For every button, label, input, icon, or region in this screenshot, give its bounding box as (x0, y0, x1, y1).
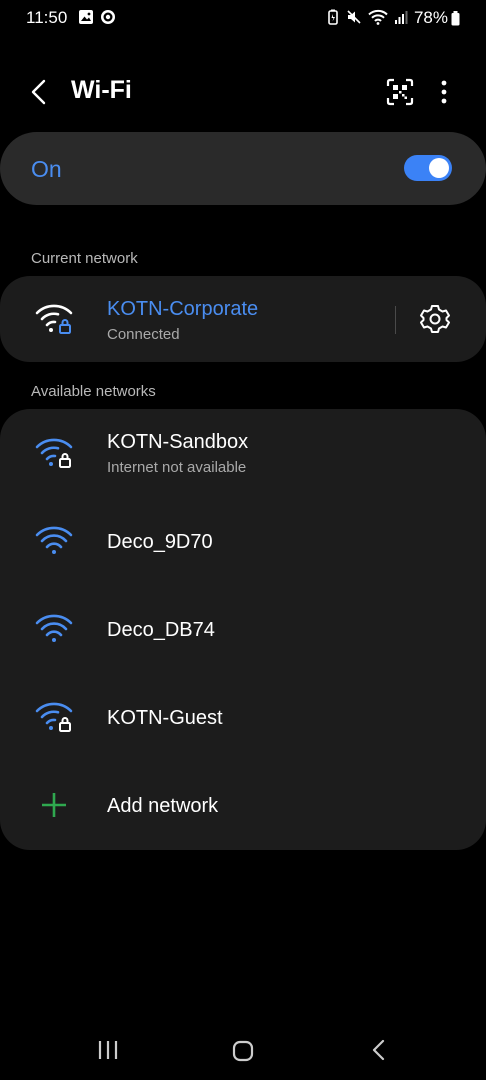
available-networks-card: KOTN-Sandbox Internet not available Deco… (0, 409, 486, 850)
wifi-lock-icon (35, 702, 73, 732)
gear-icon (420, 305, 450, 333)
wifi-lock-icon (35, 438, 73, 468)
wifi-lock-icon (35, 304, 73, 334)
battery-saver-icon (326, 9, 340, 30)
status-time: 11:50 (26, 8, 68, 27)
cell-signal-icon (394, 9, 408, 30)
available-networks-label: Available networks (31, 383, 156, 400)
wifi-toggle-card[interactable]: On (0, 132, 486, 205)
plus-icon (42, 793, 66, 817)
more-options-button[interactable] (430, 76, 458, 108)
wifi-icon (35, 614, 73, 642)
network-row[interactable]: KOTN-Guest (0, 673, 486, 761)
qr-scan-button[interactable] (384, 76, 416, 108)
status-bar: 11:50 78% (0, 0, 486, 36)
battery-icon (451, 10, 460, 26)
current-network-label: Current network (31, 250, 138, 267)
network-name: KOTN-Guest (107, 707, 223, 729)
page-title: Wi-Fi (71, 76, 132, 104)
wifi-toggle-switch[interactable] (404, 155, 452, 181)
app-bar: Wi-Fi (0, 62, 486, 122)
current-network-status: Connected (107, 326, 180, 343)
network-row[interactable]: Deco_9D70 (0, 497, 486, 585)
navigation-bar (0, 1020, 486, 1080)
network-settings-button[interactable] (418, 302, 452, 336)
wifi-signal-icon (368, 9, 388, 30)
home-button[interactable] (230, 1038, 256, 1064)
network-row[interactable]: Deco_DB74 (0, 585, 486, 673)
more-vert-icon (441, 80, 447, 104)
qr-scan-icon (386, 78, 414, 106)
network-status: Internet not available (107, 459, 247, 476)
wifi-icon (35, 526, 73, 554)
recent-apps-icon (98, 1041, 118, 1059)
gallery-icon (78, 9, 94, 30)
divider (395, 306, 396, 334)
current-network-card: KOTN-Corporate Connected (0, 276, 486, 362)
switch-knob (429, 158, 449, 178)
recent-apps-button[interactable] (94, 1038, 122, 1062)
chevron-left-icon (31, 79, 46, 105)
mute-icon (346, 9, 362, 30)
back-button[interactable] (24, 76, 56, 108)
nav-back-button[interactable] (368, 1036, 390, 1064)
current-network-row[interactable]: KOTN-Corporate Connected (0, 276, 395, 362)
back-icon (372, 1039, 385, 1061)
wifi-toggle-label: On (31, 156, 62, 182)
current-network-name: KOTN-Corporate (107, 298, 259, 320)
add-network-label: Add network (107, 795, 219, 817)
network-name: KOTN-Sandbox (107, 431, 249, 453)
network-name: Deco_9D70 (107, 531, 213, 553)
record-icon (100, 9, 116, 30)
home-icon (232, 1040, 254, 1062)
network-row[interactable]: KOTN-Sandbox Internet not available (0, 409, 486, 497)
add-network-row[interactable]: Add network (0, 761, 486, 850)
network-name: Deco_DB74 (107, 619, 215, 641)
battery-percent: 78% (413, 8, 448, 27)
